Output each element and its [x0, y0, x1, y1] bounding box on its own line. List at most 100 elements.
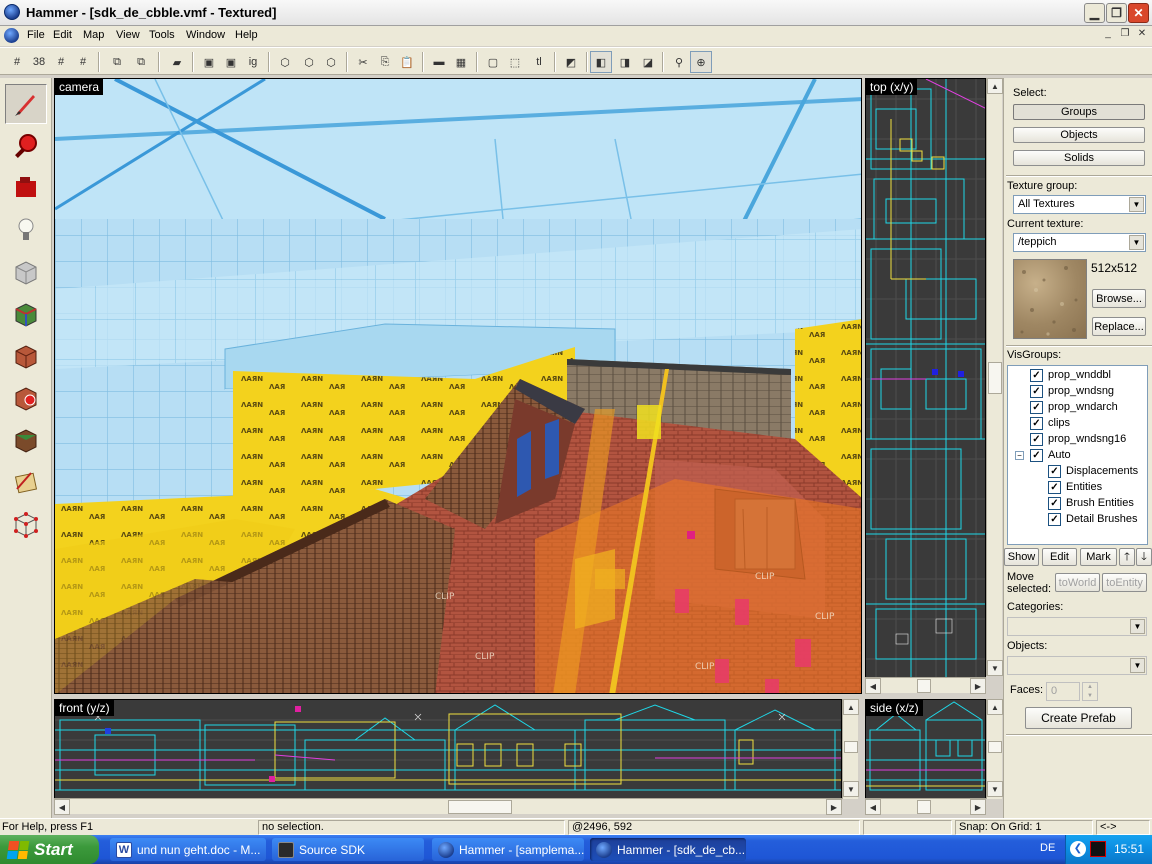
texture-group-dropdown[interactable]: All Textures ▼: [1013, 195, 1146, 214]
chevron-down-icon[interactable]: ▼: [1129, 197, 1144, 212]
texture-app-tool-icon[interactable]: [5, 294, 47, 334]
maximize-button[interactable]: ❐: [1106, 3, 1127, 23]
selection-tool-icon[interactable]: [5, 84, 47, 124]
cube-solid-icon[interactable]: ⬡: [320, 51, 342, 73]
front-viewport[interactable]: front (y/z): [54, 699, 842, 799]
scroll-right-icon[interactable]: ▶: [970, 678, 986, 694]
decal-tool-icon[interactable]: [5, 378, 47, 418]
scroll-down-icon[interactable]: ▼: [843, 781, 859, 797]
front-view-hscroll[interactable]: ◀ ▶: [54, 798, 842, 815]
paste-icon[interactable]: 📋: [396, 51, 418, 73]
mdi-minimize-button[interactable]: _: [1100, 28, 1116, 42]
hide-selected-icon[interactable]: ▣: [198, 51, 220, 73]
arrow-down-icon[interactable]: 🡓: [1136, 548, 1152, 566]
scroll-thumb[interactable]: [988, 362, 1002, 394]
minimize-button[interactable]: ▁: [1084, 3, 1105, 23]
camera-tool-icon[interactable]: [5, 168, 47, 208]
scroll-up-icon[interactable]: ▲: [987, 699, 1003, 715]
menu-view[interactable]: View: [111, 28, 145, 42]
scroll-right-icon[interactable]: ▶: [826, 799, 842, 815]
visgroup-item[interactable]: ✓ prop_wndsng16: [1030, 431, 1126, 447]
texture-lock-icon[interactable]: ▬: [428, 51, 450, 73]
browse-button[interactable]: Browse...: [1092, 289, 1146, 308]
view-mode-1-icon[interactable]: ◧: [590, 51, 612, 73]
visgroup-item[interactable]: ✓ Auto: [1030, 447, 1071, 463]
visgroup-item[interactable]: ✓ prop_wnddbl: [1030, 367, 1111, 383]
side-view-vscroll[interactable]: ▲ ▼: [986, 699, 1003, 799]
scroll-down-icon[interactable]: ▼: [987, 781, 1003, 797]
start-button[interactable]: Start: [0, 835, 99, 864]
scroll-thumb[interactable]: [917, 800, 931, 814]
visgroup-show-button[interactable]: Show: [1004, 548, 1039, 566]
clipping-tool-icon[interactable]: [5, 462, 47, 502]
visgroup-item[interactable]: ✓ Displacements: [1048, 463, 1138, 479]
checkbox-checked-icon[interactable]: ✓: [1030, 400, 1043, 414]
vertex-tool-icon[interactable]: [5, 504, 47, 544]
top-viewport[interactable]: top (x/y): [865, 78, 986, 678]
carve-icon[interactable]: ⧉: [106, 51, 128, 73]
grid-smaller-icon[interactable]: #: [50, 51, 72, 73]
group-icon[interactable]: ⧉: [130, 51, 152, 73]
visgroup-item[interactable]: ✓ Entities: [1048, 479, 1102, 495]
entity-tool-icon[interactable]: [5, 210, 47, 250]
scroll-thumb[interactable]: [917, 679, 931, 693]
select-solids-button[interactable]: Solids: [1013, 150, 1145, 166]
scroll-thumb[interactable]: [448, 800, 512, 814]
checkbox-checked-icon[interactable]: ✓: [1030, 384, 1043, 398]
current-texture-dropdown[interactable]: /teppich ▼: [1013, 233, 1146, 252]
menu-tools[interactable]: Tools: [144, 28, 180, 42]
visgroup-mark-button[interactable]: Mark: [1080, 548, 1117, 566]
cube-red-icon[interactable]: ⬡: [274, 51, 296, 73]
entity-icon[interactable]: ⚲: [668, 51, 690, 73]
top-view-vscroll[interactable]: ▲ ▼: [986, 78, 1003, 676]
front-view-vscroll[interactable]: ▲ ▼: [842, 699, 859, 799]
texture-apply-icon[interactable]: ▦: [450, 51, 472, 73]
task-hammer-current[interactable]: Hammer - [sdk_de_cb...: [590, 838, 746, 861]
visgroups-tree[interactable]: ✓ prop_wnddbl ✓ prop_wndsng ✓ prop_wndarch …: [1007, 365, 1148, 545]
visgroup-item[interactable]: ✓ Brush Entities: [1048, 495, 1134, 511]
language-indicator[interactable]: DE: [1040, 842, 1055, 854]
chevron-down-icon[interactable]: ▼: [1130, 658, 1145, 673]
view-mode-3-icon[interactable]: ◪: [637, 51, 659, 73]
chevron-down-icon[interactable]: ▼: [1129, 235, 1144, 250]
checkbox-checked-icon[interactable]: ✓: [1030, 448, 1043, 462]
side-view-hscroll[interactable]: ◀ ▶: [865, 798, 986, 815]
scroll-left-icon[interactable]: ◀: [865, 799, 881, 815]
categories-dropdown[interactable]: ▼: [1007, 617, 1147, 636]
checkbox-checked-icon[interactable]: ✓: [1030, 432, 1043, 446]
close-button[interactable]: ✕: [1128, 3, 1149, 23]
scroll-left-icon[interactable]: ◀: [865, 678, 881, 694]
checkbox-checked-icon[interactable]: ✓: [1048, 464, 1061, 478]
mdi-restore-button[interactable]: ❐: [1117, 28, 1133, 42]
menu-map[interactable]: Map: [78, 28, 109, 42]
menu-window[interactable]: Window: [181, 28, 230, 42]
block-tool-icon[interactable]: [5, 252, 47, 292]
task-source-sdk[interactable]: Source SDK: [272, 838, 424, 861]
checkbox-checked-icon[interactable]: ✓: [1048, 480, 1061, 494]
top-view-hscroll[interactable]: ◀ ▶: [865, 677, 986, 694]
create-prefab-button[interactable]: Create Prefab: [1025, 707, 1132, 729]
tray-app-icon[interactable]: [1090, 841, 1106, 857]
visgroup-edit-button[interactable]: Edit: [1042, 548, 1077, 566]
replace-button[interactable]: Replace...: [1092, 317, 1146, 336]
compass-icon[interactable]: ⊕: [690, 51, 712, 73]
task-hammer-samplemap[interactable]: Hammer - [samplema...: [432, 838, 584, 861]
tray-expand-icon[interactable]: ❮: [1070, 841, 1086, 857]
menu-help[interactable]: Help: [230, 28, 263, 42]
collapse-icon[interactable]: −: [1015, 451, 1024, 460]
scroll-right-icon[interactable]: ▶: [970, 799, 986, 815]
scroll-up-icon[interactable]: ▲: [987, 78, 1003, 94]
checkbox-checked-icon[interactable]: ✓: [1030, 416, 1043, 430]
select-box-icon[interactable]: ▢: [482, 51, 504, 73]
ignore-grouping-icon[interactable]: ig: [242, 51, 264, 73]
copy-icon[interactable]: ⎘: [374, 51, 396, 73]
task-word-document[interactable]: W und nun geht.doc - M...: [110, 838, 266, 861]
grid-larger-icon[interactable]: #: [72, 51, 94, 73]
scroll-thumb[interactable]: [844, 741, 858, 753]
visgroup-item[interactable]: ✓ Detail Brushes: [1048, 511, 1138, 527]
select-groups-button[interactable]: Groups: [1013, 104, 1145, 120]
grid-size-icon[interactable]: 38: [28, 51, 50, 73]
checkbox-checked-icon[interactable]: ✓: [1030, 368, 1043, 382]
grid-toggle-icon[interactable]: #: [6, 51, 28, 73]
menu-edit[interactable]: Edit: [48, 28, 77, 42]
